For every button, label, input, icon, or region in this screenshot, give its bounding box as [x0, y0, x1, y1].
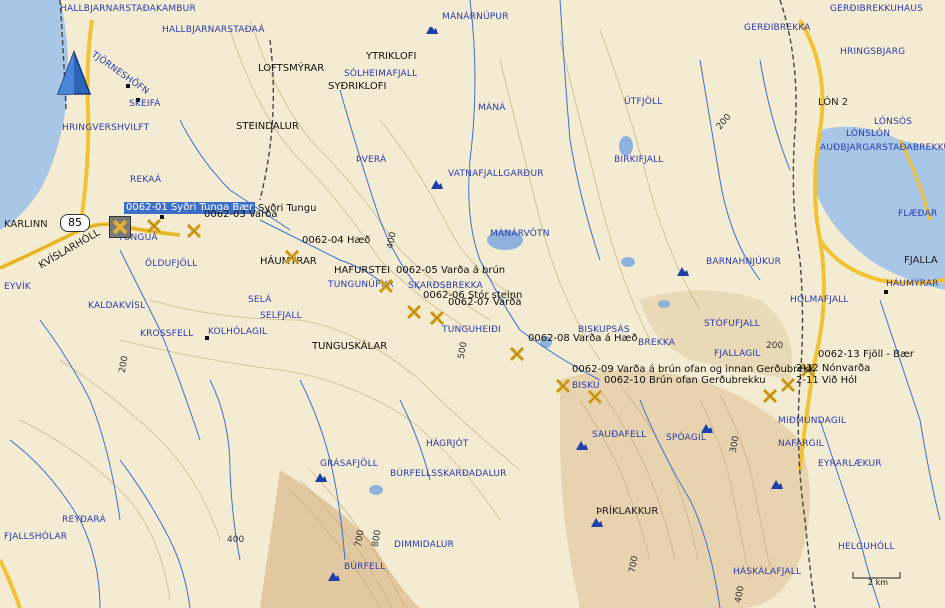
waypoint-label[interactable]: 0062-07 Varða	[448, 298, 522, 308]
peak-icon	[327, 567, 341, 581]
place-label: EYVÍK	[4, 282, 31, 292]
contour-label: 400	[227, 535, 245, 545]
waypoint-0062-12-marker[interactable]	[780, 377, 796, 393]
waypoint-0062-06-marker[interactable]	[406, 304, 422, 320]
place-label: GRÁSAFJÖLL	[320, 459, 378, 469]
place-label: MIÐMUNDAGIL	[778, 416, 847, 426]
waypoint-0062-11-marker[interactable]	[762, 388, 778, 404]
waypoint-label[interactable]: 0062-08 Varða á Hæð	[528, 334, 637, 344]
place-label: ÞVERÁ	[356, 155, 387, 165]
waypoint-label[interactable]: 0062-04 Hæð	[302, 236, 370, 246]
place-label: GERÐIBREKKUHAUS	[830, 4, 924, 14]
waypoint-label[interactable]: 0062-05 Varða á brún	[396, 266, 505, 276]
peak-icon	[676, 262, 690, 276]
place-label: SPÓAGIL	[666, 433, 707, 443]
peak-icon	[700, 419, 714, 433]
place-label: HELGUHÓLL	[838, 542, 895, 552]
peak-icon	[770, 475, 784, 489]
place-label: VATNAFJALLGARÐUR	[448, 169, 544, 179]
waypoint-label[interactable]: 0062-09 Varða á brún ofan og innan Gerðu…	[572, 365, 815, 375]
peak-icon	[575, 436, 589, 450]
place-label: KOLHÓLAGIL	[208, 327, 268, 337]
peak-icon	[314, 468, 328, 482]
place-label: LÓNSÓS	[874, 117, 913, 127]
place-label: EYRARLÆKUR	[818, 459, 882, 469]
farm-label: LOFTSMÝRAR	[258, 63, 325, 74]
farm-label: HAFURSTEI	[334, 265, 391, 276]
peak-icon	[430, 175, 444, 189]
road-number-shield: 85	[60, 214, 90, 232]
place-label: REYÐARÁ	[62, 515, 106, 525]
place-label: BÚRFELL	[344, 562, 386, 572]
place-label: ÚTFJÖLL	[624, 97, 663, 107]
place-label: REKAÁ	[130, 175, 162, 185]
waypoint-label[interactable]: 2-11 Við Hól	[796, 376, 857, 386]
place-label: ÞRÍKLAKKUR	[596, 506, 659, 517]
place-label: FJALLSHÓLAR	[4, 532, 68, 542]
peak-icon	[425, 20, 439, 34]
waypoint-label[interactable]: 2-12 Nónvarða	[796, 364, 870, 374]
farm-label: STEINDALUR	[236, 121, 299, 132]
place-label: DIMMIDALUR	[394, 540, 455, 550]
place-label: STÓFUFJALL	[704, 319, 760, 329]
place-label: KROSSFELL	[140, 329, 194, 339]
place-label: SÓLHEIMAFJALL	[344, 69, 418, 79]
place-label: SKEIFÁ	[129, 99, 161, 109]
place-label: FJALLAGIL	[714, 349, 761, 359]
place-label: KARLINN	[4, 219, 48, 230]
place-label: SELFJALL	[260, 311, 302, 321]
scale-bar: 2 km	[852, 570, 902, 590]
place-label: HÁSKÁLAFJALL	[733, 567, 802, 577]
place-label: FJALLA	[904, 255, 938, 266]
waypoint-0062-05-marker[interactable]	[378, 278, 394, 294]
farm-label: SYÐRIKLOFI	[328, 81, 387, 92]
place-label: FLÆÐAR	[898, 209, 938, 219]
place-label: MÁNÁRVÖTN	[490, 229, 550, 239]
place-label: LÓNSLÓN	[846, 129, 891, 139]
place-label: HÁGRJÓT	[426, 439, 469, 449]
waypoint-label[interactable]: 0062-03 Varða	[204, 210, 278, 220]
waypoint-label[interactable]: 0062-13 Fjöll - Bær	[818, 350, 914, 360]
waypoint-0062-03-marker[interactable]	[186, 223, 202, 239]
waypoint-0062-08-marker[interactable]	[509, 346, 525, 362]
place-label: LÓN 2	[818, 97, 849, 108]
place-label: MÁNÁ	[478, 103, 506, 113]
place-label: ÖLDUFJÖLL	[145, 259, 198, 269]
place-label: HRINGSBJARG	[840, 47, 906, 57]
place-label: HALLBJARNARSTAÐAÁ	[162, 25, 265, 35]
place-label: HÁUMÝRAR	[886, 279, 939, 289]
place-label: SELÁ	[248, 295, 272, 305]
place-label: HÓLMAFJALL	[790, 295, 849, 305]
waypoint-0062-01-marker[interactable]	[109, 216, 131, 238]
waypoint-0062-04-marker[interactable]	[284, 249, 300, 265]
place-label: HALLBJARNARSTAÐAKAMBUR	[60, 4, 196, 14]
place-label: TUNGUHEIÐI	[442, 325, 502, 335]
farm-label: TUNGUSKÁLAR	[312, 341, 388, 352]
contour-label: 200	[766, 341, 784, 351]
waypoint-0062-07-marker[interactable]	[429, 310, 445, 326]
north-arrow-icon[interactable]	[56, 49, 92, 96]
place-label: BIRKIFJALL	[614, 155, 664, 165]
place-label: SAUÐAFELL	[592, 430, 647, 440]
farm-label: YTRIKLOFI	[366, 51, 417, 62]
place-label: BREKKA	[638, 338, 676, 348]
place-label: BARNAHNJÚKUR	[706, 257, 782, 267]
farm-icon	[884, 290, 888, 294]
place-label: HRINGVERSHVILFT	[62, 123, 150, 133]
waypoint-0062-09-marker[interactable]	[555, 378, 571, 394]
place-label: BÚRFELLSSKARÐADALUR	[390, 469, 507, 479]
place-label: AUÐBJARGARSTAÐABREKKUR	[820, 143, 945, 153]
place-label: GERÐIBREKKA	[744, 23, 811, 33]
place-label: NAFARGIL	[778, 439, 824, 449]
waypoint-label[interactable]: 0062-10 Brún ofan Gerðubrekku	[604, 376, 766, 386]
waypoint-0062-10-marker[interactable]	[587, 389, 603, 405]
place-label: MÁNÁRNÚPUR	[442, 12, 509, 22]
waypoint-0062-02-marker[interactable]	[146, 218, 162, 234]
topographic-map[interactable]: 85 HALLBJARNARSTAÐAKAMBUR HALLBJARNARSTA…	[0, 0, 945, 608]
scale-label: 2 km	[868, 578, 889, 587]
place-label: KALDAKVÍSL	[88, 301, 146, 311]
